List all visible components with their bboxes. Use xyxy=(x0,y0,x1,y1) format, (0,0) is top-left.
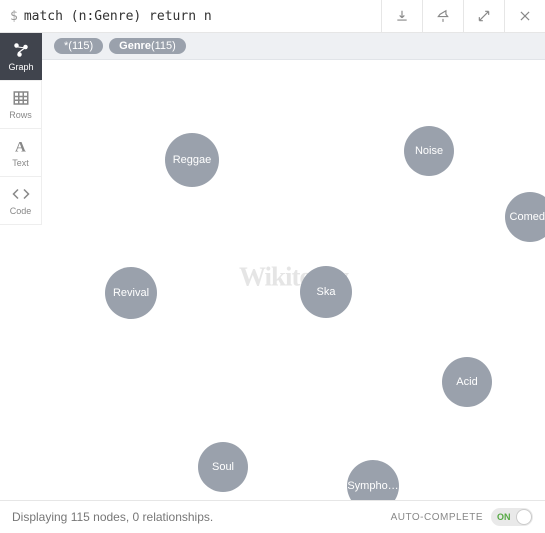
filter-pill-star[interactable]: *(115) xyxy=(54,38,103,54)
graph-node[interactable]: Soul xyxy=(198,442,248,492)
close-icon xyxy=(518,9,532,23)
query-input-area[interactable]: $ match (n:Genre) return n xyxy=(0,9,381,24)
graph-icon xyxy=(11,41,31,59)
tab-label: Code xyxy=(10,206,32,216)
graph-node[interactable]: Acid xyxy=(442,357,492,407)
tab-text[interactable]: A Text xyxy=(0,129,42,177)
pin-button[interactable] xyxy=(422,0,463,32)
result-panel: *(115) Genre(115) Wikitechy .com ReggaeN… xyxy=(42,33,545,500)
filter-bar: *(115) Genre(115) xyxy=(42,33,545,60)
graph-node[interactable]: Reggae xyxy=(165,133,219,187)
rows-icon xyxy=(11,89,31,107)
tab-label: Graph xyxy=(8,62,33,72)
tab-label: Text xyxy=(12,158,29,168)
graph-node[interactable]: Comedy xyxy=(505,192,545,242)
graph-node[interactable]: Ska xyxy=(300,266,352,318)
tab-label: Rows xyxy=(9,110,32,120)
graph-node[interactable]: Revival xyxy=(105,267,157,319)
filter-pill-genre[interactable]: Genre(115) xyxy=(109,38,186,54)
text-icon: A xyxy=(11,137,31,155)
expand-button[interactable] xyxy=(463,0,504,32)
autocomplete-toggle[interactable]: ON xyxy=(491,508,533,526)
view-sidebar: Graph Rows A Text Code xyxy=(0,33,42,500)
top-actions xyxy=(381,0,545,32)
tab-code[interactable]: Code xyxy=(0,177,42,225)
status-bar: Displaying 115 nodes, 0 relationships. A… xyxy=(0,500,545,533)
status-text: Displaying 115 nodes, 0 relationships. xyxy=(12,510,391,524)
close-button[interactable] xyxy=(504,0,545,32)
graph-node[interactable]: Noise xyxy=(404,126,454,176)
code-icon xyxy=(11,185,31,203)
prompt-symbol: $ xyxy=(10,9,18,24)
graph-node[interactable]: Sympho… xyxy=(347,460,399,500)
autocomplete-label: AUTO-COMPLETE xyxy=(391,512,483,523)
main-area: Graph Rows A Text Code *(115) Genre(115)… xyxy=(0,33,545,500)
tab-graph[interactable]: Graph xyxy=(0,33,42,81)
pin-icon xyxy=(436,9,450,23)
svg-text:A: A xyxy=(15,139,26,155)
toggle-knob xyxy=(516,509,532,525)
toggle-on-text: ON xyxy=(497,512,511,522)
tab-rows[interactable]: Rows xyxy=(0,81,42,129)
query-bar: $ match (n:Genre) return n xyxy=(0,0,545,33)
download-icon xyxy=(395,9,409,23)
graph-canvas[interactable]: Wikitechy .com ReggaeNoiseComedyRevivalS… xyxy=(42,60,545,500)
expand-icon xyxy=(477,9,491,23)
query-text: match (n:Genre) return n xyxy=(24,9,212,24)
download-button[interactable] xyxy=(381,0,422,32)
